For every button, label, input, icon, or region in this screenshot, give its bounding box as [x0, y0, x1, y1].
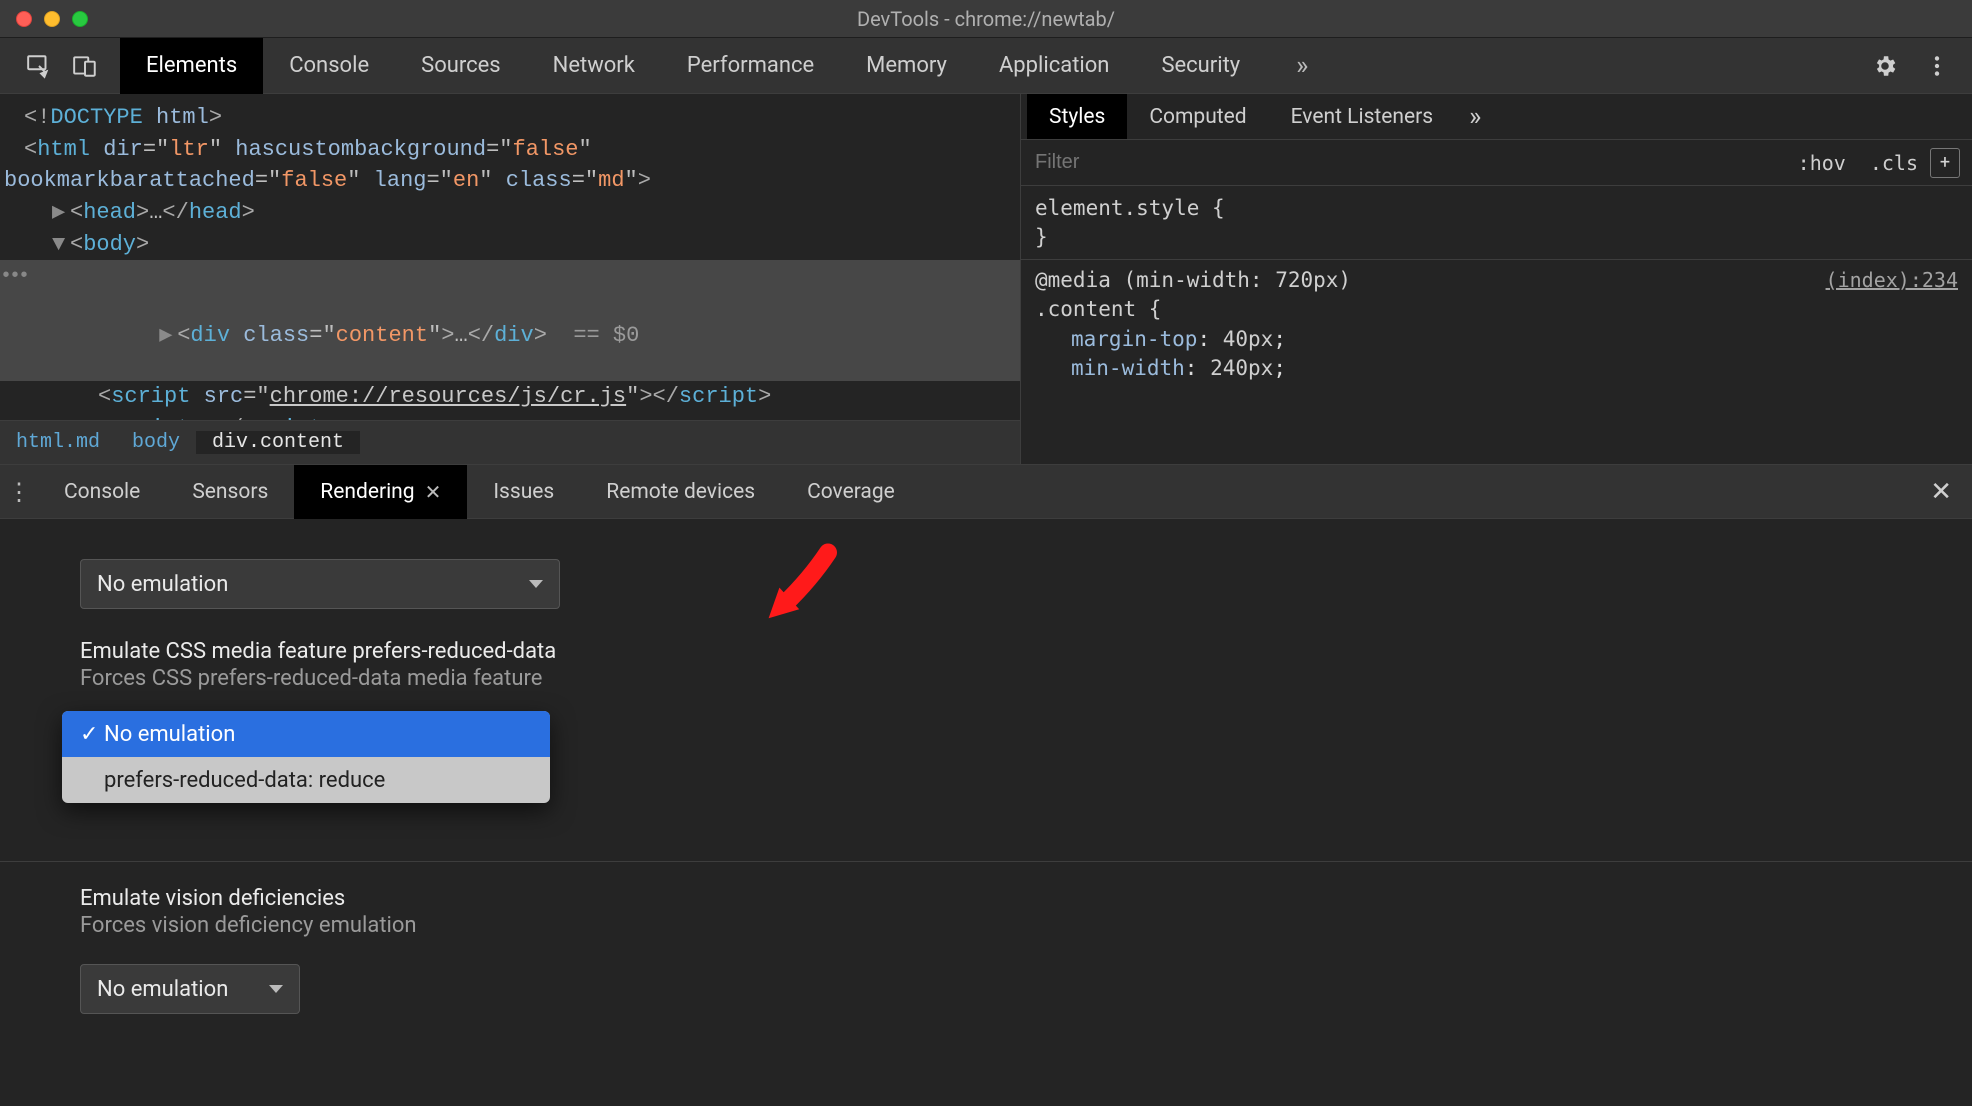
tab-console[interactable]: Console	[263, 38, 395, 94]
section-title: Emulate vision deficiencies	[80, 886, 1972, 911]
section-subtitle: Forces vision deficiency emulation	[80, 913, 1972, 938]
tab-elements[interactable]: Elements	[120, 38, 263, 94]
tab-memory[interactable]: Memory	[840, 38, 973, 94]
main-tabs-list: Elements Console Sources Network Perform…	[120, 38, 1266, 94]
styles-filter-row: :hov .cls +	[1021, 140, 1972, 186]
annotation-arrow-icon	[756, 539, 846, 629]
tab-security[interactable]: Security	[1135, 38, 1266, 94]
dom-html-open-cont: bookmarkbarattached="false" lang="en" cl…	[0, 165, 1020, 197]
drawer-tab-rendering[interactable]: Rendering✕	[294, 465, 467, 519]
tab-performance[interactable]: Performance	[661, 38, 840, 94]
drawer-tab-issues[interactable]: Issues	[467, 465, 580, 519]
element-style-open: element.style {	[1035, 194, 1958, 223]
select-value: No emulation	[97, 572, 228, 597]
drawer: ⋮ Console Sensors Rendering✕ Issues Remo…	[0, 464, 1972, 1104]
drawer-tab-console[interactable]: Console	[38, 465, 166, 519]
breadcrumb: html.md body div.content	[0, 420, 1020, 464]
tab-application[interactable]: Application	[973, 38, 1135, 94]
select-value: No emulation	[97, 977, 228, 1002]
dom-head[interactable]: ▶<head>…</head>	[0, 197, 1020, 229]
element-style-close: }	[1035, 223, 1958, 252]
toggle-device-toolbar-icon[interactable]	[72, 53, 98, 79]
styles-tab-styles[interactable]: Styles	[1027, 94, 1127, 139]
main-toolbar: Elements Console Sources Network Perform…	[0, 38, 1972, 94]
cls-toggle[interactable]: .cls	[1858, 151, 1930, 175]
crumb-html[interactable]: html.md	[0, 431, 116, 454]
media-query-text: @media (min-width: 720px)	[1035, 268, 1351, 292]
dom-doctype: <!DOCTYPE html>	[0, 102, 1020, 134]
styles-filter-input[interactable]	[1021, 140, 1786, 185]
section-vision-deficiencies: Emulate vision deficiencies Forces visio…	[80, 886, 1972, 938]
dom-selected-node[interactable]: ••• ▶<div class="content">…</div> == $0	[0, 260, 1020, 381]
close-tab-icon[interactable]: ✕	[425, 480, 442, 504]
styles-more-icon[interactable]: »	[1455, 94, 1495, 139]
dom-tree[interactable]: <!DOCTYPE html> <html dir="ltr" hascusto…	[0, 94, 1020, 464]
more-tabs-icon[interactable]: »	[1282, 51, 1322, 81]
main-menu-kebab-icon[interactable]	[1924, 53, 1950, 79]
styles-tab-computed[interactable]: Computed	[1127, 94, 1268, 139]
check-icon: ✓	[80, 722, 104, 747]
traffic-lights	[0, 11, 88, 27]
section-title: Emulate CSS media feature prefers-reduce…	[80, 639, 1972, 664]
drawer-tab-sensors[interactable]: Sensors	[166, 465, 294, 519]
dom-body-open[interactable]: ▼<body>	[0, 229, 1020, 261]
window-title: DevTools - chrome://newtab/	[0, 7, 1972, 31]
new-rule-button[interactable]: +	[1930, 148, 1960, 178]
tab-sources[interactable]: Sources	[395, 38, 527, 94]
rendering-panel: No emulation Emulate CSS media feature p…	[0, 519, 1972, 1104]
styles-rules[interactable]: element.style { } (index):234 @media (mi…	[1021, 186, 1972, 391]
styles-pane: Styles Computed Event Listeners » :hov .…	[1020, 94, 1972, 464]
close-window-button[interactable]	[16, 11, 32, 27]
elements-workarea: <!DOCTYPE html> <html dir="ltr" hascusto…	[0, 94, 1972, 464]
caret-down-icon	[269, 985, 283, 993]
titlebar: DevTools - chrome://newtab/	[0, 0, 1972, 38]
styles-tabs: Styles Computed Event Listeners »	[1021, 94, 1972, 140]
option-no-emulation[interactable]: ✓ No emulation	[62, 711, 550, 757]
caret-down-icon	[529, 580, 543, 588]
section-divider	[0, 861, 1972, 862]
rule-source-link[interactable]: (index):234	[1826, 266, 1958, 294]
minimize-window-button[interactable]	[44, 11, 60, 27]
drawer-tabs: ⋮ Console Sensors Rendering✕ Issues Remo…	[0, 465, 1972, 519]
crumb-body[interactable]: body	[116, 431, 196, 454]
tab-network[interactable]: Network	[527, 38, 661, 94]
dom-script-cr[interactable]: <script src="chrome://resources/js/cr.js…	[0, 381, 1020, 413]
section-prefers-reduced-data: Emulate CSS media feature prefers-reduce…	[80, 639, 1972, 691]
drawer-tab-coverage[interactable]: Coverage	[781, 465, 921, 519]
option-reduce[interactable]: prefers-reduced-data: reduce	[62, 757, 550, 803]
settings-gear-icon[interactable]	[1872, 53, 1898, 79]
styles-tab-events[interactable]: Event Listeners	[1269, 94, 1455, 139]
decl-0[interactable]: margin-top: 40px;	[1035, 325, 1958, 354]
prefers-reduced-data-dropdown[interactable]: ✓ No emulation prefers-reduced-data: red…	[62, 711, 550, 803]
css-media-type-select[interactable]: No emulation	[80, 559, 560, 609]
vision-deficiency-select[interactable]: No emulation	[80, 964, 300, 1014]
dom-html-open: <html dir="ltr" hascustombackground="fal…	[0, 134, 1020, 166]
inspect-element-icon[interactable]	[26, 53, 52, 79]
drawer-tab-remote[interactable]: Remote devices	[580, 465, 781, 519]
maximize-window-button[interactable]	[72, 11, 88, 27]
rule-selector-text: .content {	[1035, 295, 1958, 324]
section-subtitle: Forces CSS prefers-reduced-data media fe…	[80, 666, 1972, 691]
drawer-menu-kebab-icon[interactable]: ⋮	[0, 478, 38, 506]
hov-toggle[interactable]: :hov	[1786, 151, 1858, 175]
decl-1[interactable]: min-width: 240px;	[1035, 354, 1958, 383]
drawer-close-icon[interactable]: ✕	[1910, 477, 1972, 507]
crumb-selected[interactable]: div.content	[196, 431, 360, 454]
